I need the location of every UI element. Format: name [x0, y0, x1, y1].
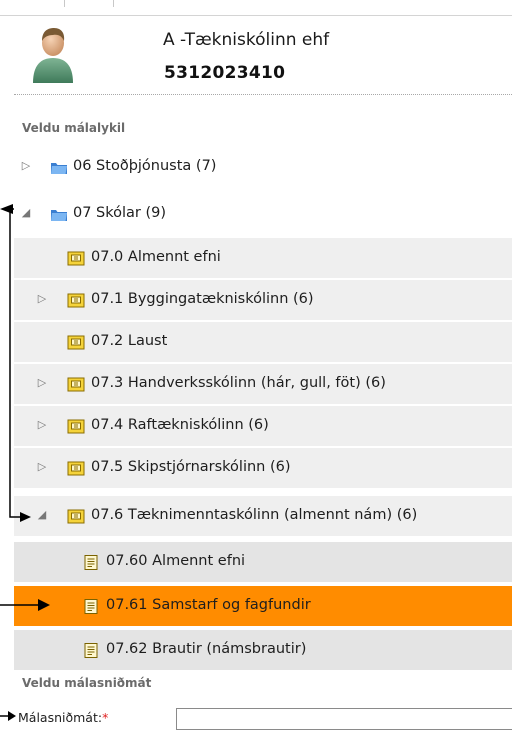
folder-icon — [51, 163, 67, 174]
box-folder-icon — [67, 509, 85, 524]
toolbar-divider — [113, 0, 114, 7]
folder-icon — [51, 210, 67, 221]
tree-item-selected[interactable]: 07.61 Samstarf og fagfundir — [14, 586, 512, 626]
registration-number: 5312023410 — [164, 63, 286, 83]
tree-item[interactable]: 07.0 Almennt efni — [14, 238, 512, 278]
document-icon — [84, 643, 98, 658]
tree-item[interactable]: 07.2 Laust — [14, 322, 512, 362]
template-input[interactable] — [176, 708, 512, 730]
company-profile-header: A -Tækniskólinn ehf 5312023410 — [14, 16, 512, 95]
template-field-row: Málasniðmát:* — [0, 700, 512, 731]
tree-item-label: 07 Skólar (9) — [73, 205, 167, 221]
tree-item[interactable]: 07.60 Almennt efni — [14, 542, 512, 582]
tree-item-label: 07.62 Brautir (námsbrautir) — [106, 641, 307, 657]
collapse-arrow-icon[interactable]: ◢ — [20, 206, 32, 219]
tree-item[interactable]: ▷ 07.1 Byggingatækniskólinn (6) — [14, 280, 512, 320]
tree-item[interactable]: ◢ 07 Skólar (9) — [14, 194, 512, 234]
expand-arrow-icon[interactable]: ▷ — [36, 376, 48, 389]
top-toolbar-strip — [0, 0, 512, 16]
box-folder-icon — [67, 251, 85, 266]
case-key-section-title: Veldu málalykil — [22, 121, 126, 135]
expand-arrow-icon[interactable]: ▷ — [36, 460, 48, 473]
company-name: A -Tækniskólinn ehf — [163, 30, 330, 50]
document-icon — [84, 555, 98, 570]
box-folder-icon — [67, 377, 85, 392]
document-icon — [84, 599, 98, 614]
tree-item-label: 07.60 Almennt efni — [106, 553, 246, 569]
tree-item-label: 07.0 Almennt efni — [91, 249, 221, 265]
tree-item[interactable]: ◢ 07.6 Tæknimenntaskólinn (almennt nám) … — [14, 496, 512, 536]
annotation-arrowhead — [0, 204, 13, 214]
tree-item-label: 07.6 Tæknimenntaskólinn (almennt nám) (6… — [91, 507, 418, 523]
box-folder-icon — [67, 335, 85, 350]
template-section-title: Veldu málasniðmát — [22, 676, 152, 690]
template-field-label: Málasniðmát:* — [18, 710, 109, 725]
tree-item-label: 07.1 Byggingatækniskólinn (6) — [91, 291, 314, 307]
tree-item-label: 06 Stoðþjónusta (7) — [73, 158, 217, 174]
box-folder-icon — [67, 461, 85, 476]
tree-item[interactable]: 07.62 Brautir (námsbrautir) — [14, 630, 512, 670]
collapse-arrow-icon[interactable]: ◢ — [36, 508, 48, 521]
tree-item[interactable]: ▷ 07.5 Skipstjórnarskólinn (6) — [14, 448, 512, 488]
user-avatar-icon — [33, 28, 73, 83]
expand-arrow-icon[interactable]: ▷ — [20, 159, 32, 172]
tree-item-label: 07.3 Handverksskólinn (hár, gull, föt) (… — [91, 375, 386, 391]
tree-item-label: 07.4 Raftækniskólinn (6) — [91, 417, 269, 433]
tree-item[interactable]: ▷ 07.4 Raftækniskólinn (6) — [14, 406, 512, 446]
tree-item[interactable]: ▷ 07.3 Handverksskólinn (hár, gull, föt)… — [14, 364, 512, 404]
tree-item-label: 07.5 Skipstjórnarskólinn (6) — [91, 459, 291, 475]
required-marker: * — [102, 710, 109, 725]
tree-item[interactable]: ▷ 06 Stoðþjónusta (7) — [14, 147, 512, 187]
expand-arrow-icon[interactable]: ▷ — [36, 418, 48, 431]
box-folder-icon — [67, 293, 85, 308]
toolbar-divider — [64, 0, 65, 7]
box-folder-icon — [67, 419, 85, 434]
expand-arrow-icon[interactable]: ▷ — [36, 292, 48, 305]
tree-item-label: 07.61 Samstarf og fagfundir — [106, 597, 311, 613]
tree-item-label: 07.2 Laust — [91, 333, 168, 349]
